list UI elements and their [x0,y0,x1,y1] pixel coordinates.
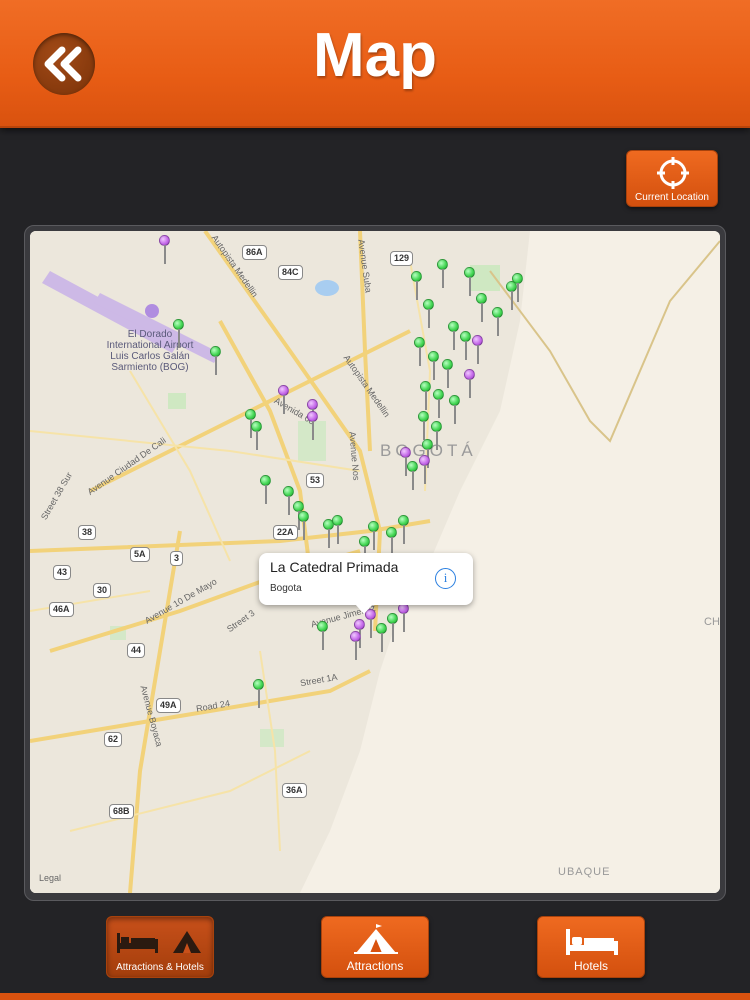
map-pin[interactable] [414,337,425,367]
map-pin[interactable] [253,679,264,709]
callout-title: La Catedral Primada [270,559,399,575]
bed-icon [566,929,618,955]
route-shield: 36A [282,783,307,798]
route-shield: 5A [130,547,150,562]
map-pin[interactable] [251,421,262,451]
route-shield: 38 [78,525,97,540]
route-shield: 53 [306,473,325,488]
route-shield: 3 [170,551,184,566]
map-pin[interactable] [442,359,453,389]
map-view[interactable]: El Dorado International Airport Luis Car… [30,231,720,893]
tent-icon [354,924,398,954]
callout-subtitle: Bogota [270,583,302,594]
map-pin[interactable] [460,331,471,361]
map-pin[interactable] [437,259,448,289]
legal-link[interactable]: Legal [39,873,61,884]
info-icon[interactable]: i [435,568,456,589]
current-location-button[interactable]: Current Location [626,150,718,207]
map-pin[interactable] [260,475,271,505]
route-shield: 46A [49,602,74,617]
route-shield: 86A [242,245,267,260]
map-pin[interactable] [449,395,460,425]
route-shield: 44 [127,643,146,658]
tab-label: Attractions [346,959,404,973]
tab-attractions-hotels[interactable]: Attractions & Hotels [106,916,214,978]
map-pin[interactable] [298,511,309,541]
map-pin[interactable] [411,271,422,301]
bottom-accent-bar [0,993,750,1000]
map-pin[interactable] [332,515,343,545]
route-shield: 30 [93,583,112,598]
map-pin[interactable] [159,235,170,265]
route-shield: 84C [278,265,303,280]
map-pin[interactable] [307,411,318,441]
current-location-label: Current Location [635,192,709,203]
map-pin[interactable] [428,351,439,381]
map-pin[interactable] [419,455,430,485]
map-pin[interactable] [512,273,523,303]
tab-attractions[interactable]: Attractions [321,916,429,978]
tab-hotels[interactable]: Hotels [537,916,645,978]
map-pin[interactable] [464,267,475,297]
map-pin[interactable] [387,613,398,643]
page-title: Map [313,21,437,90]
map-pin[interactable] [420,381,431,411]
route-shield: 62 [104,732,123,747]
map-pin[interactable] [464,369,475,399]
map-pin[interactable] [173,319,184,349]
tab-label: Attractions & Hotels [116,962,204,973]
map-pin[interactable] [350,631,361,661]
edge-label: CH [704,616,720,628]
bed-and-tent-icon [117,931,201,953]
map-callout[interactable]: La Catedral Primada Bogota i [259,553,473,614]
map-pin[interactable] [317,621,328,651]
route-shield: 129 [390,251,414,266]
map-pin[interactable] [472,335,483,365]
map-pin[interactable] [423,299,434,329]
map-pin[interactable] [210,346,221,376]
tab-label: Hotels [573,959,608,973]
map-pin[interactable] [448,321,459,351]
map-pin[interactable] [398,603,409,633]
map-pin[interactable] [368,521,379,551]
crosshair-icon [657,157,689,189]
map-pin[interactable] [283,486,294,516]
map-pin[interactable] [418,411,429,441]
map-pin[interactable] [398,515,409,545]
airport-label: El Dorado International Airport Luis Car… [106,329,194,373]
map-pin[interactable] [433,389,444,419]
map-pin[interactable] [476,293,487,323]
map-pin[interactable] [278,385,289,415]
map-pin[interactable] [376,623,387,653]
map-pin[interactable] [407,461,418,491]
route-shield: 68B [109,804,134,819]
route-shield: 49A [156,698,181,713]
route-shield: 43 [53,565,72,580]
nav-header: Map [0,0,750,128]
map-pin[interactable] [492,307,503,337]
town-label: UBAQUE [558,866,611,878]
